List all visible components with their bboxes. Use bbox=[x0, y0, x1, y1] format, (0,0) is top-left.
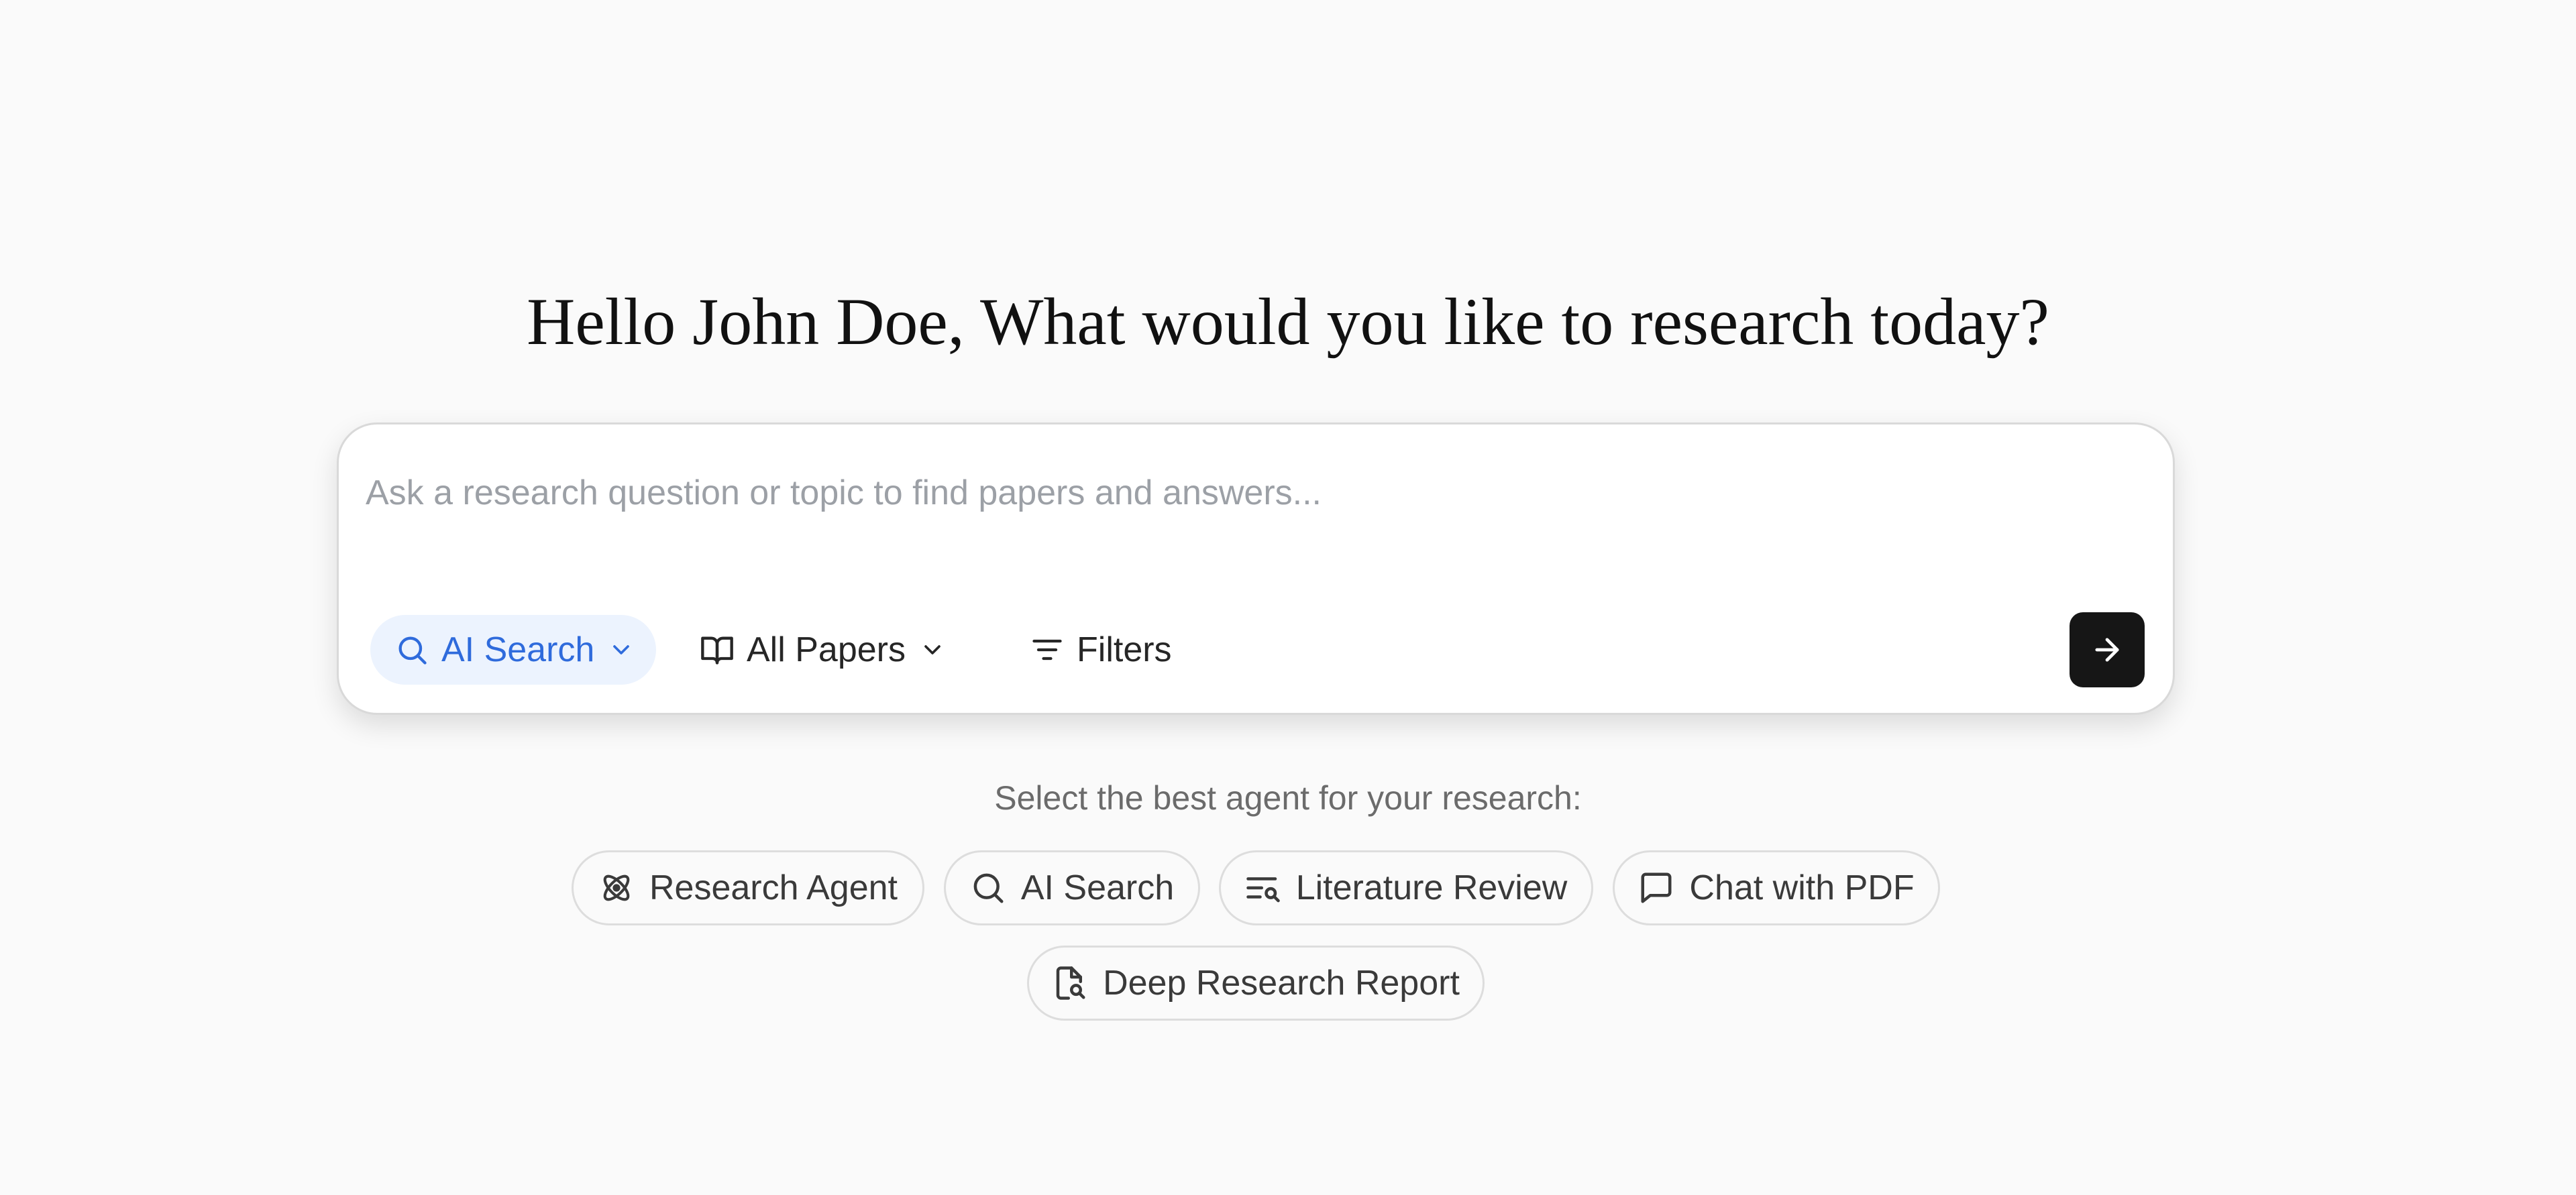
search-icon bbox=[398, 636, 427, 665]
file-search-icon bbox=[1056, 966, 1085, 1000]
filters-label: Filters bbox=[1077, 630, 1172, 669]
agent-chip-label: Deep Research Report bbox=[1103, 964, 1460, 1003]
agent-chip-chat-with-pdf[interactable]: Chat with PDF bbox=[1613, 850, 1940, 925]
agent-chip-deep-research-report[interactable]: Deep Research Report bbox=[1027, 946, 1485, 1021]
agent-chip-label: Research Agent bbox=[649, 868, 898, 907]
filter-lines-icon bbox=[1032, 639, 1062, 661]
agent-chip-label: Literature Review bbox=[1295, 868, 1568, 907]
paper-source-label: All Papers bbox=[747, 630, 906, 669]
page-title: Hello John Doe, What would you like to r… bbox=[527, 284, 2049, 359]
agent-chip-research-agent[interactable]: Research Agent bbox=[572, 850, 924, 925]
submit-button[interactable] bbox=[2070, 612, 2145, 687]
search-mode-label: AI Search bbox=[441, 630, 595, 669]
filters-button[interactable]: Filters bbox=[1024, 615, 1199, 685]
book-open-icon bbox=[701, 636, 733, 665]
atom-icon bbox=[603, 874, 630, 901]
chevron-down-icon bbox=[613, 645, 630, 655]
chevron-down-icon bbox=[924, 645, 941, 655]
arrow-right-icon bbox=[2095, 638, 2119, 662]
agent-chip-label: AI Search bbox=[1020, 868, 1175, 907]
search-card: AI Search All Papers Filters bbox=[337, 422, 2175, 715]
list-search-icon bbox=[1246, 877, 1280, 903]
agent-chip-ai-search[interactable]: AI Search bbox=[944, 850, 1200, 925]
search-input[interactable] bbox=[366, 459, 2110, 526]
search-icon bbox=[973, 873, 1004, 903]
search-mode-dropdown[interactable]: AI Search bbox=[370, 615, 656, 685]
agent-select-caption: Select the best agent for your research: bbox=[994, 779, 1582, 817]
chat-bubble-icon bbox=[1641, 872, 1672, 903]
paper-source-dropdown[interactable]: All Papers bbox=[694, 615, 963, 685]
agent-chip-literature-review[interactable]: Literature Review bbox=[1219, 850, 1593, 925]
agent-chip-label: Chat with PDF bbox=[1689, 868, 1915, 907]
